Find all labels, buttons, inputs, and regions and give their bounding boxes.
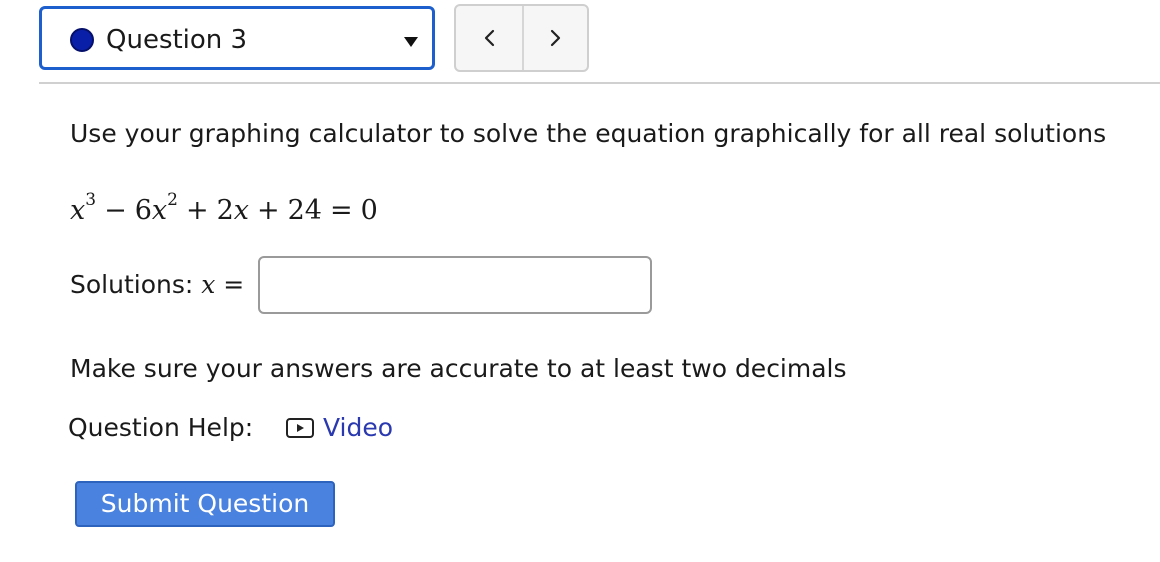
question-nav <box>454 4 589 72</box>
question-prompt: Use your graphing calculator to solve th… <box>70 119 1107 148</box>
eq-equals: = <box>329 195 353 226</box>
accuracy-hint: Make sure your answers are accurate to a… <box>70 354 847 383</box>
question-selector[interactable]: Question 3 <box>39 6 435 70</box>
eq-term2-var: x <box>151 195 168 226</box>
question-help-label: Question Help: <box>68 413 254 442</box>
eq-term2-coef: 6 <box>134 195 152 226</box>
equation: x3−6x2 +2x +24 = 0 <box>70 184 378 231</box>
next-question-button[interactable] <box>523 6 589 70</box>
video-help-link[interactable]: Video <box>285 411 393 445</box>
solutions-label-text: Solutions: <box>70 270 202 299</box>
eq-term1-var: x <box>70 195 86 226</box>
question-page: Question 3 Use your graphing calculator … <box>0 0 1160 562</box>
video-link-label: Video <box>323 413 394 442</box>
eq-op1: − <box>104 195 127 226</box>
eq-term4: 24 <box>287 195 322 226</box>
eq-term1-exp: 3 <box>85 190 97 210</box>
answer-input[interactable] <box>258 256 652 314</box>
chevron-left-icon <box>484 29 495 47</box>
eq-term3-var: x <box>233 195 249 226</box>
status-dot-icon <box>70 28 94 52</box>
solutions-label: Solutions: x = <box>70 268 244 302</box>
eq-term2-exp: 2 <box>167 190 178 210</box>
eq-op3: + <box>256 195 280 226</box>
chevron-right-icon <box>550 29 561 47</box>
solutions-equals: = <box>215 270 245 299</box>
caret-down-icon <box>404 37 418 47</box>
question-selector-label: Question 3 <box>106 25 248 55</box>
solutions-var: x <box>201 270 216 299</box>
submit-question-button[interactable]: Submit Question <box>75 481 335 527</box>
eq-term3-coef: 2 <box>216 195 234 226</box>
eq-rhs: 0 <box>360 195 378 226</box>
eq-op2: + <box>185 195 209 226</box>
previous-question-button[interactable] <box>456 6 522 70</box>
header-divider <box>39 82 1160 84</box>
play-video-icon <box>286 418 314 438</box>
